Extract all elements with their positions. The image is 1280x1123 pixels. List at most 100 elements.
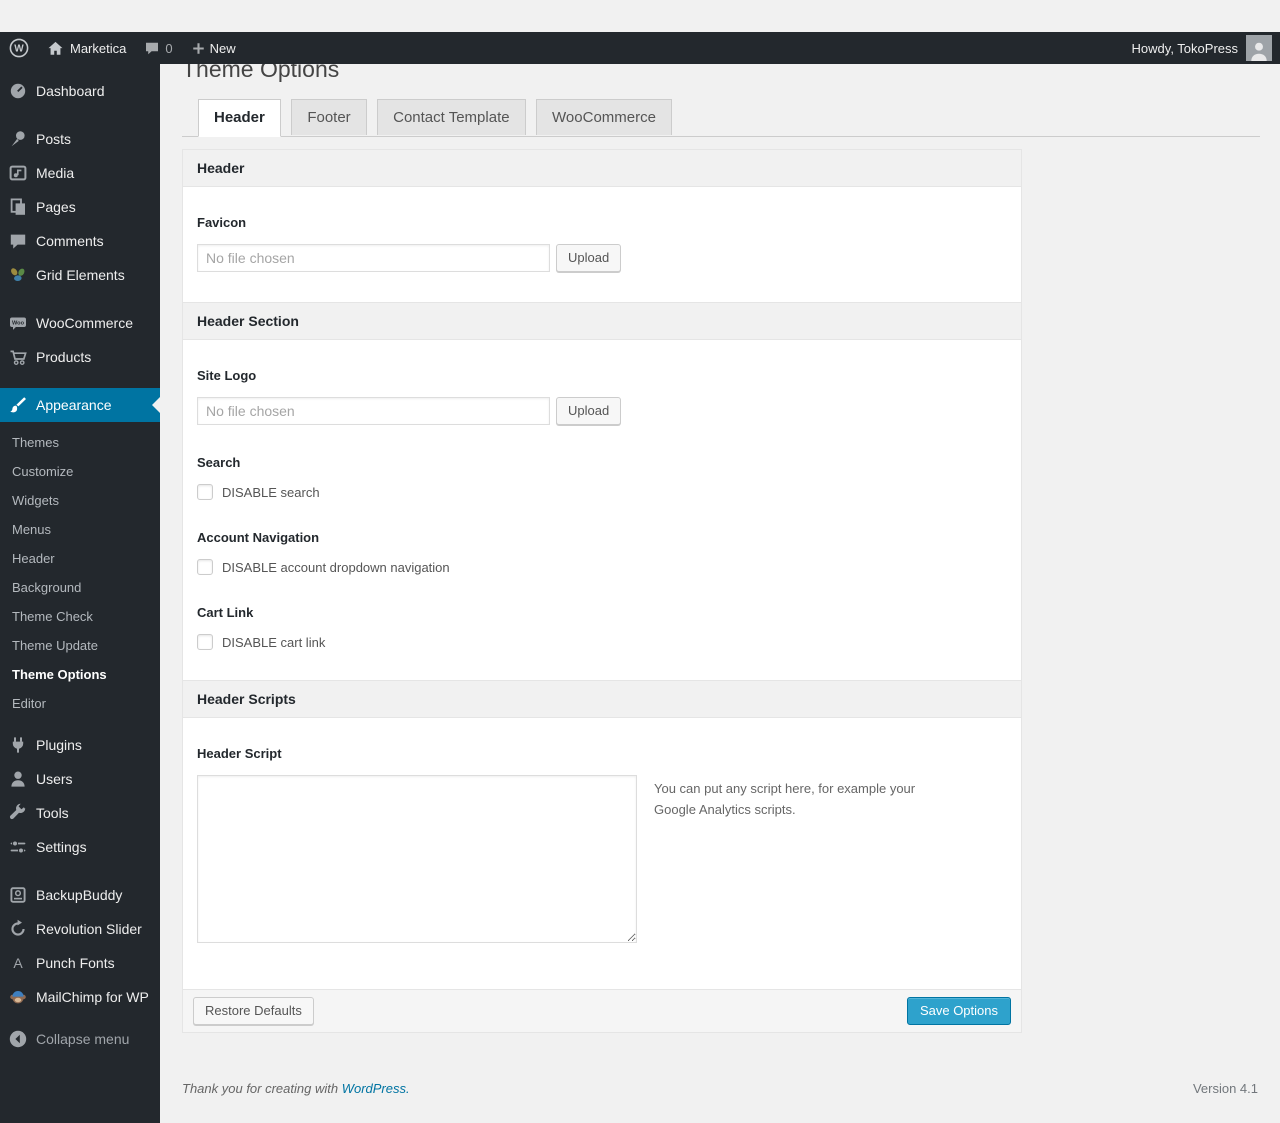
disable-cart-link-row[interactable]: DISABLE cart link	[197, 634, 1007, 651]
site-logo-label: Site Logo	[197, 368, 257, 384]
sidebar-item-users[interactable]: Users	[0, 762, 160, 796]
appearance-submenu: Themes Customize Widgets Menus Header Ba…	[0, 422, 160, 728]
sidebar-item-media[interactable]: Media	[0, 156, 160, 190]
account-navigation-field: Account Navigation DISABLE account dropd…	[183, 530, 1021, 576]
submenu-item-customize[interactable]: Customize	[0, 457, 160, 486]
avatar[interactable]	[1246, 35, 1272, 61]
menu-separator	[0, 374, 160, 388]
favicon-upload-button[interactable]: Upload	[556, 244, 622, 273]
comments-bubble-menu[interactable]: 0	[135, 32, 181, 64]
sidebar-item-label: Posts	[36, 131, 72, 147]
sidebar-item-mailchimp[interactable]: MailChimp for WP	[0, 980, 160, 1014]
disable-search-row[interactable]: DISABLE search	[197, 484, 1007, 501]
admin-bar: W Marketica 0 New Howdy, TokoPress	[0, 32, 1280, 64]
comment-bubble-icon	[146, 42, 159, 55]
disable-search-checkbox[interactable]	[197, 484, 213, 501]
home-icon	[48, 41, 63, 55]
account-navigation-label: Account Navigation	[197, 530, 320, 546]
wrench-icon	[9, 803, 26, 820]
svg-text:A: A	[13, 955, 23, 971]
submenu-item-widgets[interactable]: Widgets	[0, 486, 160, 515]
sidebar-item-tools[interactable]: Tools	[0, 796, 160, 830]
submenu-item-header[interactable]: Header	[0, 544, 160, 573]
footer-thanks-text: Thank you for creating with WordPress.	[182, 1081, 410, 1097]
collapse-menu-button[interactable]: Collapse menu	[0, 1022, 160, 1056]
submenu-item-themes[interactable]: Themes	[0, 428, 160, 457]
sidebar-item-label: Users	[36, 771, 73, 787]
sidebar-item-appearance[interactable]: Appearance	[0, 388, 160, 422]
tab-header[interactable]: Header	[198, 98, 281, 138]
sidebar-item-settings[interactable]: Settings	[0, 830, 160, 864]
sidebar-item-posts[interactable]: Posts	[0, 122, 160, 156]
disable-cart-link-checkbox[interactable]	[197, 634, 213, 651]
tab-woocommerce[interactable]: WooCommerce	[536, 98, 672, 136]
submenu-item-editor[interactable]: Editor	[0, 689, 160, 718]
sidebar-item-label: Revolution Slider	[36, 921, 142, 937]
search-label: Search	[197, 455, 241, 471]
person-avatar-icon	[1251, 42, 1267, 61]
tab-footer[interactable]: Footer	[291, 98, 367, 136]
site-logo-file-input[interactable]	[197, 397, 550, 426]
sidebar-item-grid-elements[interactable]: Grid Elements	[0, 258, 160, 292]
submenu-item-background[interactable]: Background	[0, 573, 160, 602]
sidebar-item-label: Punch Fonts	[36, 955, 115, 971]
new-label: New	[209, 40, 236, 56]
wordpress-logo-icon: W	[9, 38, 29, 58]
sidebar-item-label: Collapse menu	[36, 1031, 130, 1047]
disable-account-nav-checkbox[interactable]	[197, 559, 213, 576]
sidebar-item-revolution-slider[interactable]: Revolution Slider	[0, 912, 160, 946]
favicon-label: Favicon	[197, 215, 247, 231]
sidebar-item-label: Dashboard	[36, 83, 105, 99]
sidebar-item-label: Appearance	[36, 397, 112, 413]
site-name-link[interactable]: Marketica	[38, 32, 135, 64]
site-logo-upload-button[interactable]: Upload	[556, 397, 622, 426]
sidebar-item-label: Tools	[36, 805, 69, 821]
site-name-label: Marketica	[70, 40, 127, 56]
sidebar-item-dashboard[interactable]: Dashboard	[0, 74, 160, 108]
sidebar-item-label: Plugins	[36, 737, 82, 753]
letter-a-icon: A	[13, 955, 23, 971]
sidebar-item-plugins[interactable]: Plugins	[0, 728, 160, 762]
user-icon	[11, 771, 25, 787]
pages-icon	[10, 198, 25, 215]
header-script-textarea[interactable]	[197, 775, 637, 944]
wp-logo-menu[interactable]: W	[0, 32, 38, 64]
submenu-item-menus[interactable]: Menus	[0, 515, 160, 544]
wordpress-link[interactable]: WordPress.	[342, 1081, 410, 1096]
menu-separator	[0, 108, 160, 122]
favicon-file-input[interactable]	[197, 244, 550, 273]
disable-account-nav-label: DISABLE account dropdown navigation	[222, 559, 450, 575]
grid-elements-icon	[11, 268, 25, 282]
tab-bar: Header Footer Contact Template WooCommer…	[182, 98, 1260, 138]
save-options-button[interactable]: Save Options	[906, 997, 1011, 1026]
sidebar-item-label: Comments	[36, 233, 104, 249]
disable-account-nav-row[interactable]: DISABLE account dropdown navigation	[197, 559, 1007, 576]
section-header-section: Header Section	[183, 302, 1021, 341]
section-header-scripts: Header Scripts	[183, 680, 1021, 719]
sidebar-item-comments[interactable]: Comments	[0, 224, 160, 258]
backup-drive-icon	[10, 887, 26, 903]
submenu-item-theme-update[interactable]: Theme Update	[0, 631, 160, 660]
sliders-icon	[10, 840, 26, 854]
collapse-arrow-icon	[9, 1030, 27, 1048]
sidebar-item-label: Media	[36, 165, 75, 181]
panel-footer: Restore Defaults Save Options	[183, 989, 1021, 1033]
disable-search-label: DISABLE search	[222, 484, 320, 500]
submenu-item-theme-check[interactable]: Theme Check	[0, 602, 160, 631]
favicon-field: Favicon Upload	[183, 215, 1021, 273]
svg-text:W: W	[14, 44, 24, 55]
submenu-item-theme-options[interactable]: Theme Options	[0, 660, 160, 689]
sidebar-item-pages[interactable]: Pages	[0, 190, 160, 224]
plug-icon	[12, 737, 24, 753]
howdy-account-menu[interactable]: Howdy, TokoPress	[1132, 41, 1238, 56]
header-script-help-text: You can put any script here, for example…	[654, 781, 916, 817]
sidebar-item-backupbuddy[interactable]: BackupBuddy	[0, 878, 160, 912]
tab-contact-template[interactable]: Contact Template	[377, 98, 526, 136]
sidebar-item-punch-fonts[interactable]: A Punch Fonts	[0, 946, 160, 980]
new-content-menu[interactable]: New	[182, 32, 245, 64]
sidebar-item-woocommerce[interactable]: Woo WooCommerce	[0, 306, 160, 340]
version-label: Version 4.1	[1192, 1081, 1258, 1097]
restore-defaults-button[interactable]: Restore Defaults	[193, 997, 314, 1026]
menu-separator	[0, 292, 160, 306]
sidebar-item-products[interactable]: Products	[0, 340, 160, 374]
